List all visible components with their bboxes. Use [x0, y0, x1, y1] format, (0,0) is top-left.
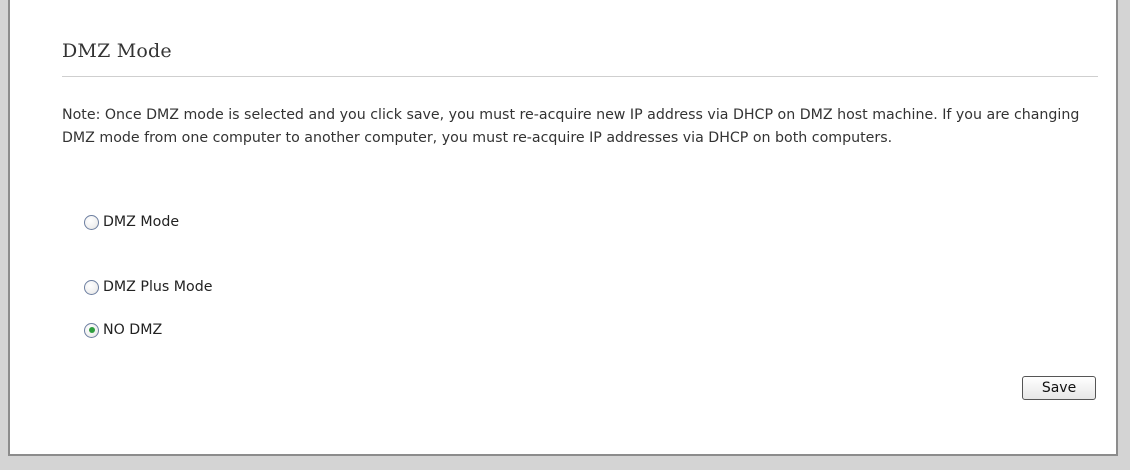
dmz-plus-mode-option[interactable]: DMZ Plus Mode [84, 279, 212, 295]
save-button[interactable]: Save [1022, 376, 1096, 400]
no-dmz-radio[interactable] [84, 322, 99, 338]
page-title: DMZ Mode [62, 40, 172, 62]
no-dmz-label: NO DMZ [103, 322, 163, 338]
dmz-mode-radio[interactable] [84, 214, 99, 230]
dmz-plus-mode-radio[interactable] [84, 279, 99, 295]
dmz-mode-label: DMZ Mode [103, 214, 180, 230]
dmz-settings-panel: DMZ Mode Note: Once DMZ mode is selected… [8, 0, 1118, 456]
dmz-plus-mode-label: DMZ Plus Mode [103, 279, 213, 295]
dmz-note-text: Note: Once DMZ mode is selected and you … [62, 107, 1080, 146]
no-dmz-option[interactable]: NO DMZ [84, 322, 162, 338]
title-divider [62, 76, 1098, 77]
dmz-mode-option[interactable]: DMZ Mode [84, 214, 179, 230]
